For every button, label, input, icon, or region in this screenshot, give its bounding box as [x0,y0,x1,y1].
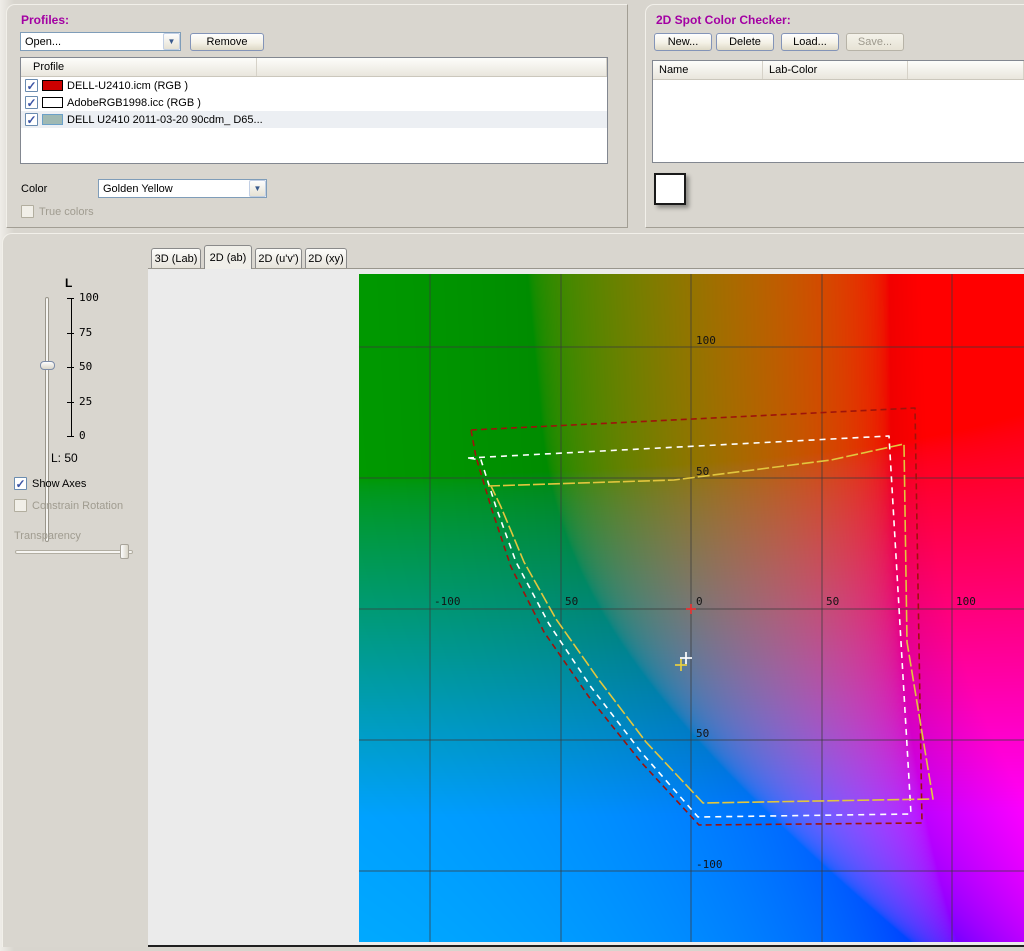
show-axes-label: Show Axes [32,478,86,490]
spot-column-lab-color[interactable]: Lab-Color [763,61,908,79]
l-value-label: L: 50 [51,451,78,465]
profiles-list-header-spacer [257,58,607,76]
true-colors-checkbox[interactable] [21,205,34,218]
true-colors-label: True colors [39,206,94,218]
show-axes-row: ✓ Show Axes [14,477,86,490]
chart-area: -100500501001005050-100 [148,268,1024,947]
true-colors-row: True colors [21,205,94,218]
tab-2d-ab[interactable]: 2D (ab) [204,245,252,269]
spot-color-table[interactable]: NameLab-Color [652,60,1024,163]
spot-load-button[interactable]: Load... [781,33,839,51]
l-tick-label: 0 [79,429,86,442]
l-tick [67,333,74,334]
l-tick [67,436,74,437]
transparency-slider-track[interactable] [15,550,133,554]
profile-row[interactable]: ✓ AdobeRGB1998.icc (RGB ) [21,94,607,111]
spot-new-button[interactable]: New... [654,33,712,51]
constrain-rotation-row: Constrain Rotation [14,499,123,512]
profiles-panel-title: Profiles: [21,13,69,27]
l-slider-thumb[interactable] [40,361,55,370]
profiles-list-header-profile[interactable]: Profile [21,58,257,76]
profiles-list-body: ✓ DELL-U2410.icm (RGB ) ✓ AdobeRGB1998.icc … [21,77,607,128]
spot-color-swatch[interactable] [654,173,686,205]
profile-color-swatch [42,114,63,125]
app-window: { "profiles_panel": { "title": "Profiles… [0,0,1024,951]
profile-name: DELL-U2410.icm (RGB ) [67,80,188,92]
profiles-list-header[interactable]: Profile [21,58,607,77]
profile-checkbox[interactable]: ✓ [25,79,38,92]
profiles-panel: Profiles: Open... ▼ Remove Profile ✓ DELL… [6,4,628,228]
color-combobox-value: Golden Yellow [103,183,173,195]
profile-checkbox[interactable]: ✓ [25,113,38,126]
color-label: Color [21,183,47,195]
spot-column-spacer [908,61,1024,79]
show-axes-checkbox[interactable]: ✓ [14,477,27,490]
l-tick-label: 100 [79,291,99,304]
profiles-list[interactable]: Profile ✓ DELL-U2410.icm (RGB ) ✓ AdobeRGB1… [20,57,608,164]
spot-color-checker-panel: 2D Spot Color Checker: New...Delete Load.… [645,4,1024,228]
l-tick [67,402,74,403]
tab-2d-xy[interactable]: 2D (xy) [305,248,347,268]
open-profile-combobox[interactable]: Open... ▼ [20,32,181,51]
l-tick-label: 75 [79,326,92,339]
profile-color-swatch [42,97,63,108]
tab-3d-lab[interactable]: 3D (Lab) [151,248,201,268]
l-slider-label: L [65,276,72,290]
transparency-slider-thumb[interactable] [120,544,129,559]
l-tick-label: 25 [79,395,92,408]
profile-color-swatch [42,80,63,91]
remove-button[interactable]: Remove [190,33,264,51]
profile-row[interactable]: ✓ DELL U2410 2011-03-20 90cdm_ D65... [21,111,607,128]
profile-name: AdobeRGB1998.icc (RGB ) [67,97,201,109]
transparency-label: Transparency [14,530,81,542]
spot-table-header[interactable]: NameLab-Color [653,61,1024,80]
spot-panel-title: 2D Spot Color Checker: [656,13,791,27]
profile-checkbox[interactable]: ✓ [25,96,38,109]
color-combobox[interactable]: Golden Yellow ▼ [98,179,267,198]
constrain-rotation-checkbox[interactable] [14,499,27,512]
profile-name: DELL U2410 2011-03-20 90cdm_ D65... [67,114,263,126]
spot-delete-button[interactable]: Delete [716,33,774,51]
spot-save-button[interactable]: Save... [846,33,904,51]
l-tick [67,298,74,299]
chevron-down-icon[interactable]: ▼ [249,180,266,197]
l-tick-label: 50 [79,360,92,373]
tab-2d-u-v[interactable]: 2D (u'v') [255,248,302,268]
spot-column-name[interactable]: Name [653,61,763,79]
l-tick [67,367,74,368]
lab-ab-gamut-chart[interactable] [359,274,1024,942]
chevron-down-icon[interactable]: ▼ [163,33,180,50]
viewer-panel: L 100 75 50 25 0 L: 50 ✓ Show Axes Constrain… [2,233,1024,947]
constrain-rotation-label: Constrain Rotation [32,500,123,512]
open-profile-combobox-value: Open... [25,36,61,48]
profile-row[interactable]: ✓ DELL-U2410.icm (RGB ) [21,77,607,94]
